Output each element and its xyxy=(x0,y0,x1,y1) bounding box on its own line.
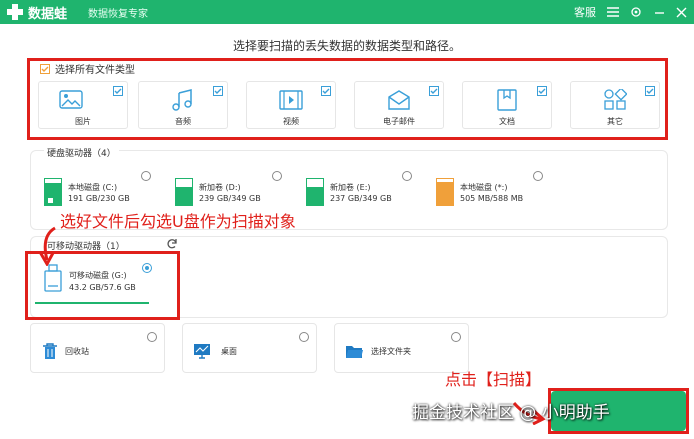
checkbox[interactable] xyxy=(113,86,123,96)
instruction-annotation: 选好文件后勾选U盘作为扫描对象 xyxy=(60,212,296,231)
checkbox[interactable] xyxy=(645,86,655,96)
file-type-label: 其它 xyxy=(607,117,623,126)
recycle-bin-icon xyxy=(43,343,57,359)
usb-drive-name: 可移动磁盘 (G:) xyxy=(69,271,127,280)
app-name: 数据蛙 xyxy=(28,7,68,22)
select-all-file-types[interactable]: 选择所有文件类型 xyxy=(40,61,135,76)
folder-icon xyxy=(346,346,363,358)
file-type-card-video[interactable]: 视频 xyxy=(246,81,336,129)
page-heading: 选择要扫描的丢失数据的数据类型和路径。 xyxy=(232,39,461,53)
select-all-checkbox[interactable] xyxy=(40,63,50,74)
desktop-icon xyxy=(194,344,210,359)
location-recycle-bin[interactable]: 回收站 xyxy=(30,323,165,373)
drive-size: 191 GB/230 GB xyxy=(68,194,130,203)
select-all-label: 选择所有文件类型 xyxy=(55,65,135,76)
mail-icon xyxy=(388,90,410,110)
drive-icon xyxy=(306,178,324,206)
settings-icon[interactable] xyxy=(627,3,645,21)
location-label: 回收站 xyxy=(65,347,89,356)
drive-d-radio[interactable] xyxy=(272,171,282,181)
drive-name: 本地磁盘 (C:) xyxy=(68,183,118,192)
drive-icon xyxy=(436,178,454,206)
file-type-card-other[interactable]: 其它 xyxy=(570,81,660,129)
file-type-card-document[interactable]: 文档 xyxy=(462,81,552,129)
drive-name: 新加卷 (D:) xyxy=(199,183,241,192)
app-subtitle: 数据恢复专家 xyxy=(88,9,148,20)
drive-icon xyxy=(44,178,62,206)
video-icon xyxy=(279,90,303,110)
file-type-label: 音频 xyxy=(175,117,191,126)
location-desktop[interactable]: 桌面 xyxy=(182,323,317,373)
checkbox[interactable] xyxy=(213,86,223,96)
click-scan-annotation: 点击【扫描】 xyxy=(445,370,542,389)
location-label: 桌面 xyxy=(221,347,237,356)
music-icon xyxy=(172,89,192,111)
file-type-card-email[interactable]: 电子邮件 xyxy=(354,81,444,129)
drive-recovery-radio[interactable] xyxy=(533,171,543,181)
close-icon[interactable] xyxy=(672,3,690,21)
checkbox[interactable] xyxy=(321,86,331,96)
title-bar: 数据蛙 数据恢复专家 客服 xyxy=(0,0,694,24)
checkbox[interactable] xyxy=(537,86,547,96)
drive-recovery[interactable]: 本地磁盘 (*:) 505 MB/588 MB xyxy=(436,172,546,216)
menu-icon[interactable] xyxy=(604,3,622,21)
minimize-icon[interactable] xyxy=(650,3,668,21)
annotation-arrow-icon xyxy=(38,226,56,266)
file-type-card-audio[interactable]: 音频 xyxy=(138,81,228,129)
drive-name: 本地磁盘 (*:) xyxy=(460,183,508,192)
radio[interactable] xyxy=(451,332,461,342)
watermark: 掘金技术社区 @ 小明助手 xyxy=(412,403,610,423)
document-icon xyxy=(497,89,517,111)
drive-size: 237 GB/349 GB xyxy=(330,194,392,203)
customer-service-button[interactable]: 客服 xyxy=(574,4,596,20)
usb-drive-icon xyxy=(44,264,62,292)
app-logo-icon xyxy=(7,4,23,20)
file-type-card-image[interactable]: 图片 xyxy=(38,81,128,129)
hard-drives-title: 硬盘驱动器（4） xyxy=(44,146,119,159)
drive-c-radio[interactable] xyxy=(141,171,151,181)
usb-drive-size: 43.2 GB/57.6 GB xyxy=(69,283,136,292)
refresh-icon[interactable] xyxy=(166,238,178,250)
drive-e-radio[interactable] xyxy=(402,171,412,181)
drive-name: 新加卷 (E:) xyxy=(330,183,371,192)
drive-size: 239 GB/349 GB xyxy=(199,194,261,203)
file-type-label: 文档 xyxy=(499,117,515,126)
drive-e[interactable]: 新加卷 (E:) 237 GB/349 GB xyxy=(306,172,416,216)
file-type-label: 图片 xyxy=(75,117,91,126)
drive-icon xyxy=(175,178,193,206)
image-icon xyxy=(59,90,83,109)
file-type-label: 视频 xyxy=(283,117,299,126)
radio[interactable] xyxy=(299,332,309,342)
radio[interactable] xyxy=(147,332,157,342)
usb-drive-radio[interactable] xyxy=(142,263,152,273)
other-icon xyxy=(604,89,627,110)
checkbox[interactable] xyxy=(429,86,439,96)
location-label: 选择文件夹 xyxy=(371,347,411,356)
file-type-label: 电子邮件 xyxy=(383,117,415,126)
drive-size: 505 MB/588 MB xyxy=(460,194,524,203)
